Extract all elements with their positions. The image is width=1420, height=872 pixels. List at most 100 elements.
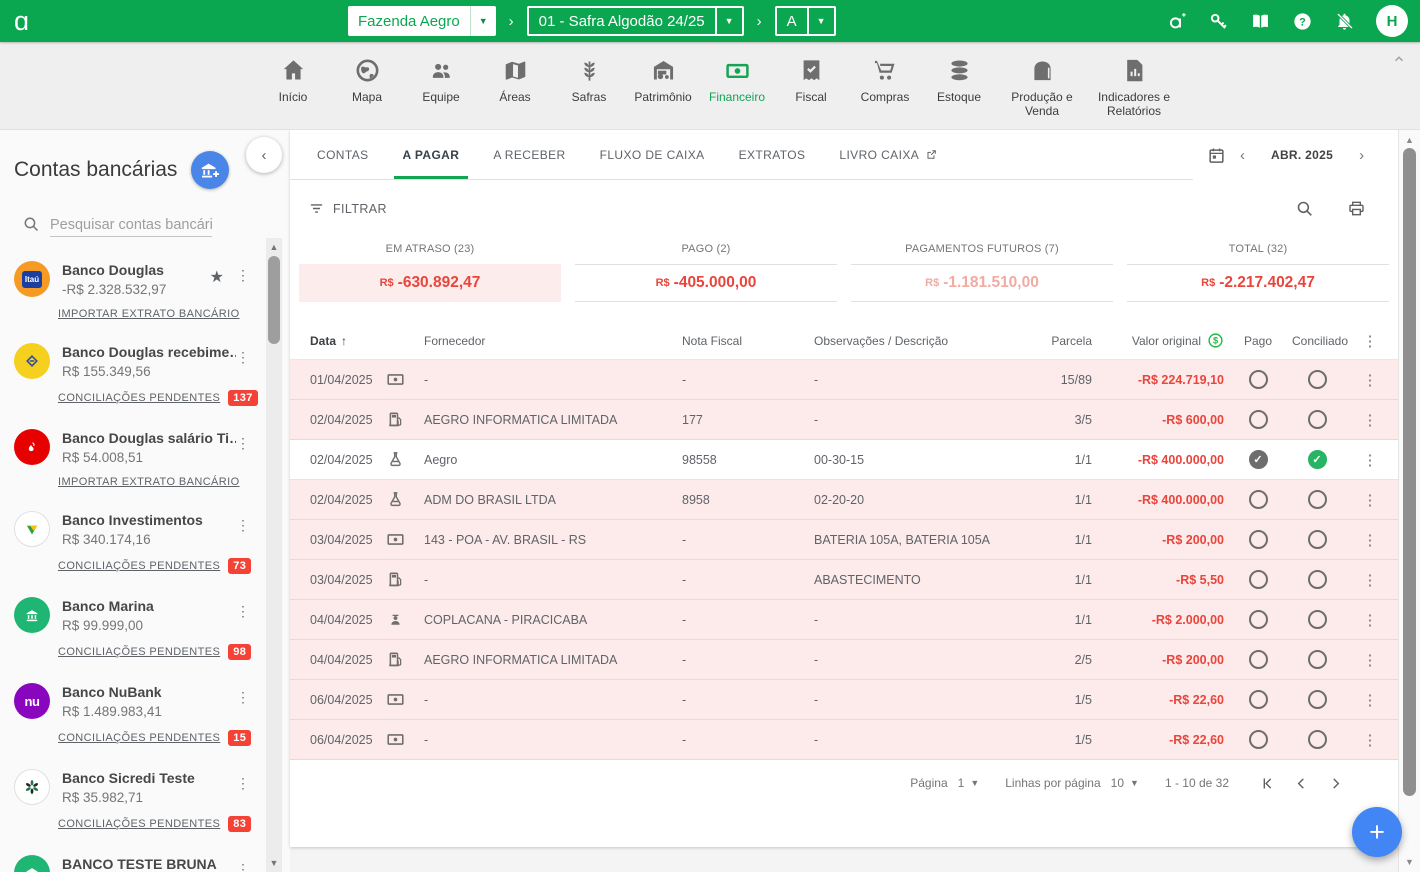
sidebar-scrollbar[interactable]: ▲ ▼ bbox=[266, 238, 282, 872]
collapse-sidebar-button[interactable]: ‹ bbox=[246, 137, 282, 173]
nav-item-inicio[interactable]: Início bbox=[256, 42, 330, 119]
nav-item-safras[interactable]: Safras bbox=[552, 42, 626, 119]
reconciled-toggle[interactable] bbox=[1308, 690, 1327, 709]
paid-toggle[interactable] bbox=[1249, 730, 1268, 749]
collapse-nav-icon[interactable] bbox=[1392, 52, 1406, 66]
account-menu-button[interactable]: ⋮ bbox=[236, 517, 250, 534]
reconciled-toggle[interactable] bbox=[1308, 530, 1327, 549]
bank-account-item[interactable]: Banco Douglas recebime… R$ 155.349,56 ⋮ … bbox=[0, 335, 290, 406]
previous-month-button[interactable]: ‹ bbox=[1226, 147, 1259, 164]
reconciled-toggle[interactable] bbox=[1308, 410, 1327, 429]
account-action-link[interactable]: IMPORTAR EXTRATO BANCÁRIO bbox=[58, 476, 240, 488]
paid-toggle[interactable] bbox=[1249, 370, 1268, 389]
account-menu-button[interactable]: ⋮ bbox=[236, 435, 250, 452]
table-row[interactable]: 02/04/2025 Aegro 98558 00-30-15 1/1 -R$ … bbox=[290, 440, 1398, 480]
bank-account-item[interactable]: BANCO TESTE BRUNA R$ 4.459,51 ⋮ bbox=[0, 847, 290, 872]
help-icon[interactable]: ? bbox=[1292, 11, 1313, 32]
account-action-link[interactable]: CONCILIAÇÕES PENDENTES bbox=[58, 818, 220, 830]
paid-toggle[interactable] bbox=[1249, 490, 1268, 509]
column-observacoes[interactable]: Observações / Descrição bbox=[814, 334, 1020, 348]
scroll-up-icon[interactable]: ▲ bbox=[266, 240, 282, 254]
column-parcela[interactable]: Parcela bbox=[1020, 334, 1092, 348]
bell-off-icon[interactable] bbox=[1334, 11, 1355, 32]
scroll-down-icon[interactable]: ▼ bbox=[1399, 855, 1420, 869]
scrollbar-thumb[interactable] bbox=[268, 256, 280, 344]
reconciled-toggle[interactable] bbox=[1308, 610, 1327, 629]
table-row[interactable]: 06/04/2025 - - - 1/5 -R$ 22,60 ⋮ bbox=[290, 680, 1398, 720]
tab-contas[interactable]: CONTAS bbox=[300, 130, 386, 179]
row-menu-button[interactable]: ⋮ bbox=[1342, 531, 1398, 549]
tab-fluxo-de-caixa[interactable]: FLUXO DE CAIXA bbox=[583, 130, 722, 179]
nav-item-equipe[interactable]: Equipe bbox=[404, 42, 478, 119]
scroll-down-icon[interactable]: ▼ bbox=[266, 856, 282, 870]
reconciled-toggle[interactable] bbox=[1308, 570, 1327, 589]
nav-item-areas[interactable]: Áreas bbox=[478, 42, 552, 119]
nav-item-compras[interactable]: Compras bbox=[848, 42, 922, 119]
account-menu-button[interactable]: ⋮ bbox=[236, 267, 250, 284]
reconciled-toggle[interactable]: ✓ bbox=[1308, 450, 1327, 469]
paid-toggle[interactable] bbox=[1249, 610, 1268, 629]
add-payment-fab[interactable]: + bbox=[1352, 807, 1402, 857]
search-icon[interactable] bbox=[1295, 199, 1314, 218]
row-menu-button[interactable]: ⋮ bbox=[1342, 491, 1398, 509]
nav-item-estoque[interactable]: Estoque bbox=[922, 42, 996, 119]
paid-toggle[interactable] bbox=[1249, 570, 1268, 589]
page-scrollbar[interactable]: ▲ ▼ bbox=[1398, 130, 1420, 872]
account-action-link[interactable]: CONCILIAÇÕES PENDENTES bbox=[58, 646, 220, 658]
row-menu-button[interactable]: ⋮ bbox=[1342, 691, 1398, 709]
table-row[interactable]: 03/04/2025 143 - POA - AV. BRASIL - RS -… bbox=[290, 520, 1398, 560]
account-menu-button[interactable]: ⋮ bbox=[236, 775, 250, 792]
first-page-button[interactable] bbox=[1259, 775, 1276, 792]
account-action-link[interactable]: CONCILIAÇÕES PENDENTES bbox=[58, 392, 220, 404]
column-fornecedor[interactable]: Fornecedor bbox=[424, 334, 682, 348]
scroll-up-icon[interactable]: ▲ bbox=[1399, 133, 1420, 147]
column-nota-fiscal[interactable]: Nota Fiscal bbox=[682, 334, 814, 348]
paid-toggle[interactable] bbox=[1249, 690, 1268, 709]
paid-toggle[interactable] bbox=[1249, 410, 1268, 429]
printer-icon[interactable] bbox=[1347, 199, 1366, 218]
next-month-button[interactable]: › bbox=[1345, 147, 1378, 164]
tab-livro-caixa[interactable]: LIVRO CAIXA bbox=[822, 130, 955, 179]
account-action-link[interactable]: IMPORTAR EXTRATO BANCÁRIO bbox=[58, 308, 240, 320]
column-valor-original[interactable]: Valor original$ bbox=[1092, 332, 1224, 349]
rows-per-page-select[interactable]: 10▼ bbox=[1111, 776, 1139, 790]
bank-account-item[interactable]: Banco Marina R$ 99.999,00 ⋮ CONCILIAÇÕES… bbox=[0, 589, 290, 660]
column-data[interactable]: Data↑ bbox=[290, 334, 386, 348]
table-row[interactable]: 06/04/2025 - - - 1/5 -R$ 22,60 ⋮ bbox=[290, 720, 1398, 760]
previous-page-button[interactable] bbox=[1293, 775, 1310, 792]
account-menu-button[interactable]: ⋮ bbox=[236, 349, 250, 366]
column-conciliado[interactable]: Conciliado bbox=[1292, 334, 1342, 348]
row-menu-button[interactable]: ⋮ bbox=[1342, 411, 1398, 429]
row-menu-button[interactable]: ⋮ bbox=[1342, 371, 1398, 389]
table-row[interactable]: 03/04/2025 - - ABASTECIMENTO 1/1 -R$ 5,5… bbox=[290, 560, 1398, 600]
table-header-menu-button[interactable]: ⋮ bbox=[1342, 332, 1398, 350]
filter-button[interactable]: FILTRAR bbox=[308, 200, 387, 217]
reconciled-toggle[interactable] bbox=[1308, 370, 1327, 389]
tab-a-receber[interactable]: A RECEBER bbox=[476, 130, 582, 179]
account-menu-button[interactable]: ⋮ bbox=[236, 689, 250, 706]
farm-selector[interactable]: Fazenda Aegro ▼ bbox=[348, 6, 496, 36]
account-menu-button[interactable]: ⋮ bbox=[236, 861, 250, 872]
user-avatar[interactable]: H bbox=[1376, 5, 1408, 37]
tab-extratos[interactable]: EXTRATOS bbox=[722, 130, 823, 179]
book-icon[interactable] bbox=[1250, 11, 1271, 32]
nav-item-indicadores-e-relatorios[interactable]: Indicadores e Relatórios bbox=[1088, 42, 1180, 119]
calendar-icon[interactable] bbox=[1207, 146, 1226, 165]
season-selector[interactable]: 01 - Safra Algodão 24/25 ▼ bbox=[527, 6, 744, 36]
column-pago[interactable]: Pago bbox=[1224, 334, 1292, 348]
nav-item-fiscal[interactable]: Fiscal bbox=[774, 42, 848, 119]
reconciled-toggle[interactable] bbox=[1308, 650, 1327, 669]
tab-a-pagar[interactable]: A PAGAR bbox=[386, 130, 477, 179]
table-row[interactable]: 04/04/2025 AEGRO INFORMATICA LIMITADA - … bbox=[290, 640, 1398, 680]
key-icon[interactable] bbox=[1208, 11, 1229, 32]
account-menu-button[interactable]: ⋮ bbox=[236, 603, 250, 620]
nav-item-mapa[interactable]: Mapa bbox=[330, 42, 404, 119]
row-menu-button[interactable]: ⋮ bbox=[1342, 651, 1398, 669]
bank-account-item[interactable]: Banco Sicredi Teste R$ 35.982,71 ⋮ CONCI… bbox=[0, 761, 290, 832]
bank-account-item[interactable]: nu Banco NuBank R$ 1.489.983,41 ⋮ CONCIL… bbox=[0, 675, 290, 746]
bank-account-item[interactable]: Banco Investimentos R$ 340.174,16 ⋮ CONC… bbox=[0, 503, 290, 574]
next-page-button[interactable] bbox=[1327, 775, 1344, 792]
reconciled-toggle[interactable] bbox=[1308, 490, 1327, 509]
bank-account-item[interactable]: Banco Douglas salário Ti… R$ 54.008,51 ⋮… bbox=[0, 421, 290, 488]
sub-selector[interactable]: A ▼ bbox=[775, 6, 836, 36]
